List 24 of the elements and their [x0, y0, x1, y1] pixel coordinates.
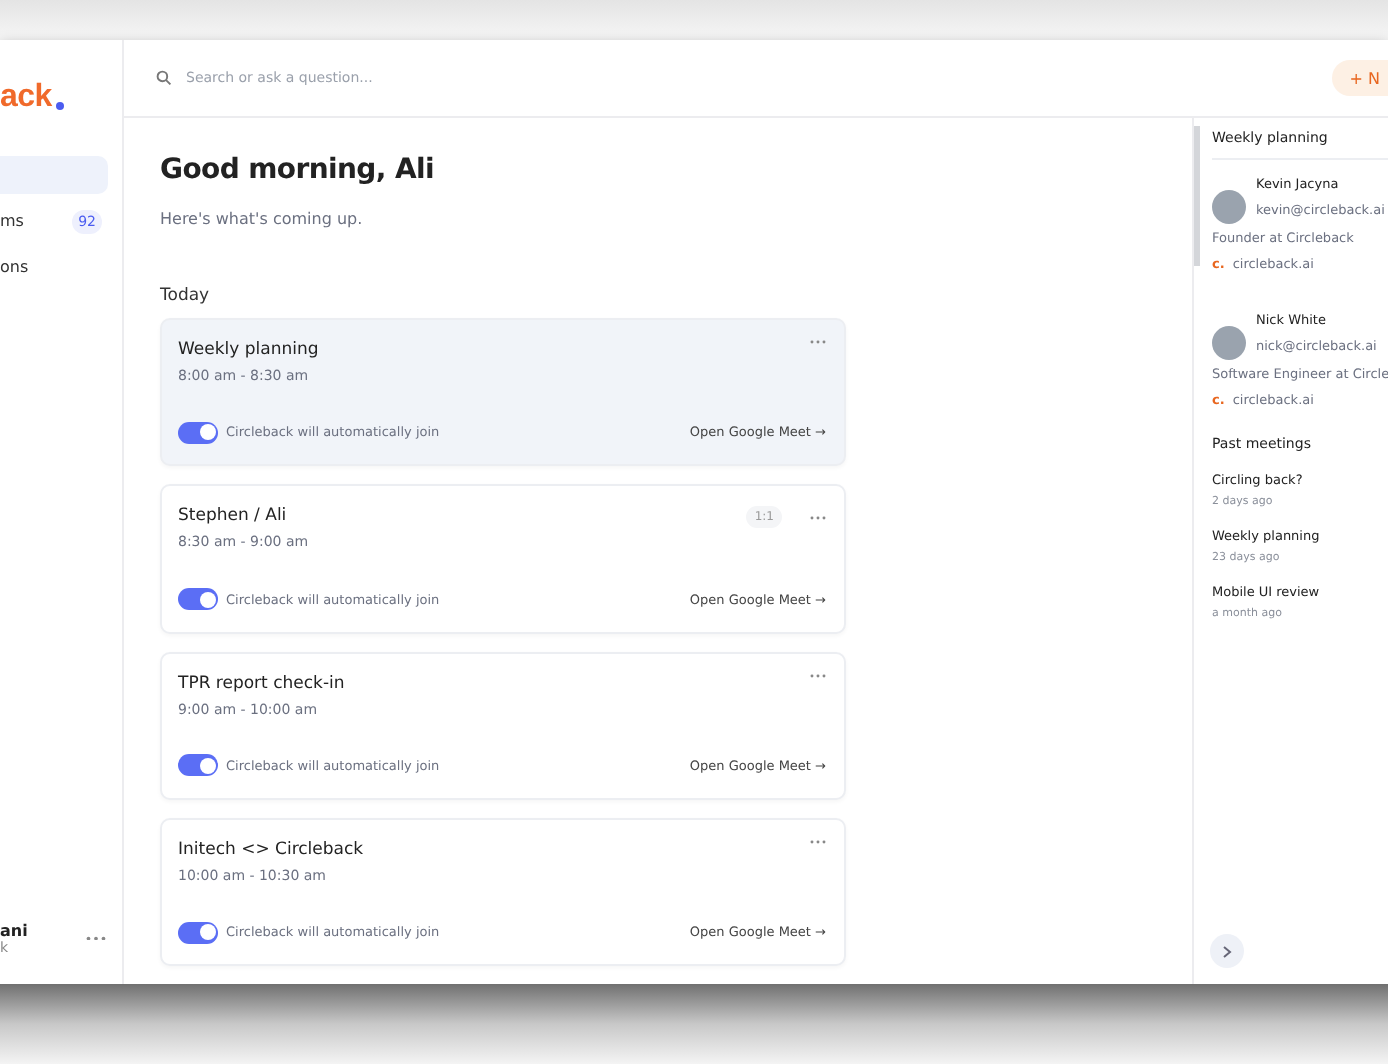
meeting-title: TPR report check-in	[178, 673, 345, 693]
meeting-title: Weekly planning	[178, 340, 319, 360]
logo-text: ack	[0, 80, 52, 116]
avatar	[1212, 326, 1246, 360]
chevron-icon	[1222, 945, 1232, 957]
more-icon[interactable]	[810, 839, 826, 844]
section-title: Today	[160, 286, 212, 306]
nav-item[interactable]: ons	[0, 248, 108, 286]
greeting-title: Good morning, Ali	[160, 154, 437, 186]
more-icon[interactable]	[810, 515, 826, 520]
expand-button[interactable]	[1210, 934, 1244, 968]
auto-join-toggle[interactable]	[178, 754, 218, 777]
greeting-subtitle: Here's what's coming up.	[160, 210, 365, 228]
auto-join-toggle[interactable]	[178, 921, 218, 943]
auto-join-toggle[interactable]	[178, 588, 218, 610]
meeting-title: Stephen / Ali	[178, 506, 289, 527]
logo-dot	[55, 102, 64, 110]
auto-join-toggle[interactable]	[178, 421, 218, 444]
scrollbar[interactable]	[1194, 126, 1200, 266]
search-icon	[156, 70, 172, 86]
avatar	[1212, 190, 1246, 224]
meeting-title: Initech <> Circleback	[178, 839, 364, 860]
user-name: ani	[0, 921, 28, 939]
more-icon[interactable]	[86, 935, 106, 941]
